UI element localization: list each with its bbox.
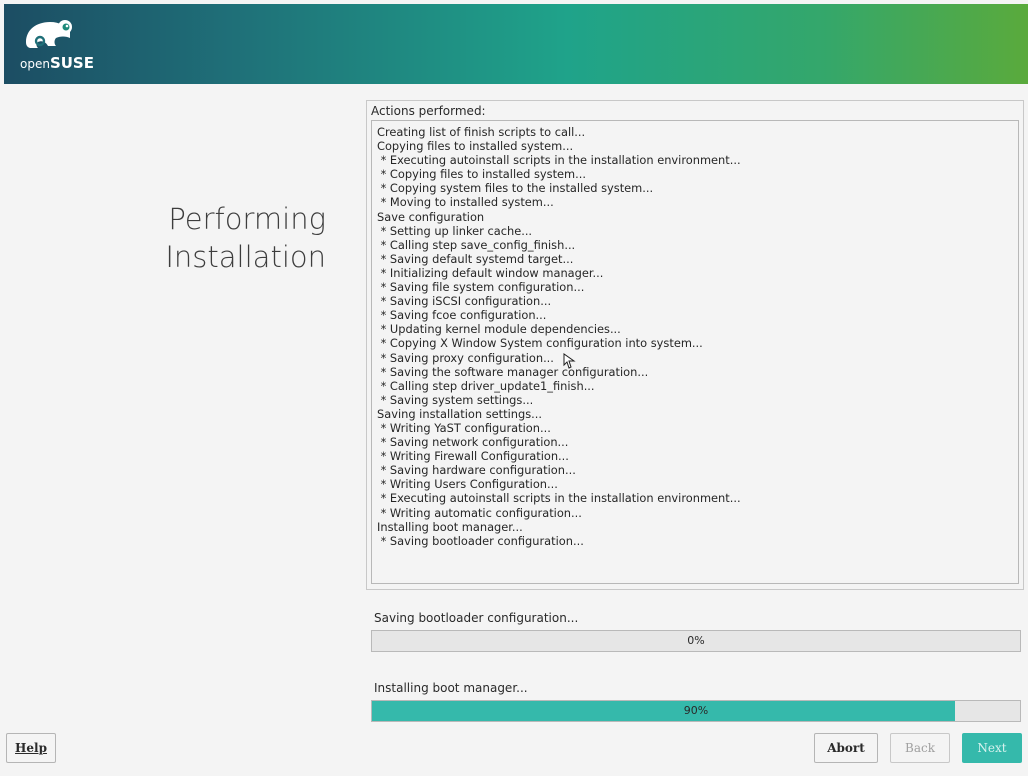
log-line: * Writing Users Configuration... <box>377 477 558 492</box>
log-line: Saving installation settings... <box>377 406 542 421</box>
chameleon-icon <box>26 20 72 48</box>
log-line: * Saving system settings... <box>377 392 534 407</box>
step-progress-bar: 0% <box>371 630 1021 652</box>
log-line: * Updating kernel module dependencies... <box>377 322 621 337</box>
step-progress-label: Saving bootloader configuration... <box>374 611 579 625</box>
stage-progress-percent: 90% <box>683 704 709 717</box>
log-line: * Saving proxy configuration... <box>377 350 554 365</box>
hand-cursor-icon <box>563 353 576 369</box>
page-title-line2: Installation <box>165 240 326 274</box>
log-line: * Writing Firewall Configuration... <box>377 449 569 464</box>
log-line: Installing boot manager... <box>377 519 523 534</box>
stage-progress-label: Installing boot manager... <box>374 681 528 695</box>
logo-text: openSUSE <box>20 54 94 72</box>
log-line: * Copying system files to the installed … <box>377 181 654 196</box>
page-title-line1: Performing <box>168 202 326 236</box>
log-line: * Saving iSCSI configuration... <box>377 294 552 309</box>
actions-log-list: Creating list of finish scripts to call.… <box>372 121 1018 548</box>
log-line: Save configuration <box>377 209 485 224</box>
back-button[interactable]: Back <box>890 733 950 763</box>
log-line: * Saving fcoe configuration... <box>377 308 547 323</box>
log-line: * Saving hardware configuration... <box>377 463 576 478</box>
abort-button[interactable]: Abort <box>814 733 878 763</box>
header-banner: openSUSE <box>4 4 1028 84</box>
log-line: * Saving file system configuration... <box>377 280 585 295</box>
log-line: * Moving to installed system... <box>377 195 554 210</box>
log-line: Creating list of finish scripts to call.… <box>377 125 586 139</box>
log-line: * Writing YaST configuration... <box>377 420 551 435</box>
help-button[interactable]: Help <box>6 733 56 763</box>
log-line: * Setting up linker cache... <box>377 223 533 238</box>
actions-log[interactable]: Creating list of finish scripts to call.… <box>371 120 1019 584</box>
opensuse-logo: openSUSE <box>20 14 120 78</box>
page-title: Performing Installation <box>130 200 326 276</box>
log-line: * Calling step driver_update1_finish... <box>377 378 595 393</box>
log-line: * Executing autoinstall scripts in the i… <box>377 491 741 506</box>
actions-performed-label: Actions performed: <box>371 104 486 118</box>
log-line: * Copying files to installed system... <box>377 167 587 182</box>
log-line: * Saving network configuration... <box>377 435 569 450</box>
log-line: * Writing automatic configuration... <box>377 505 582 520</box>
log-line: Copying files to installed system... <box>377 139 574 154</box>
log-line: * Initializing default window manager... <box>377 265 604 280</box>
log-line: * Saving the software manager configurat… <box>377 364 649 379</box>
log-line: * Saving default systemd target... <box>377 251 574 266</box>
log-line: * Copying X Window System configuration … <box>377 336 703 351</box>
next-button[interactable]: Next <box>962 733 1022 763</box>
log-line: * Executing autoinstall scripts in the i… <box>377 153 741 168</box>
stage-progress-bar: 90% <box>371 700 1021 722</box>
log-line: * Calling step save_config_finish... <box>377 237 576 252</box>
log-line: * Saving bootloader configuration... <box>377 533 584 548</box>
step-progress-percent: 0% <box>687 634 705 647</box>
actions-performed-group: Actions performed: Creating list of fini… <box>366 100 1024 590</box>
